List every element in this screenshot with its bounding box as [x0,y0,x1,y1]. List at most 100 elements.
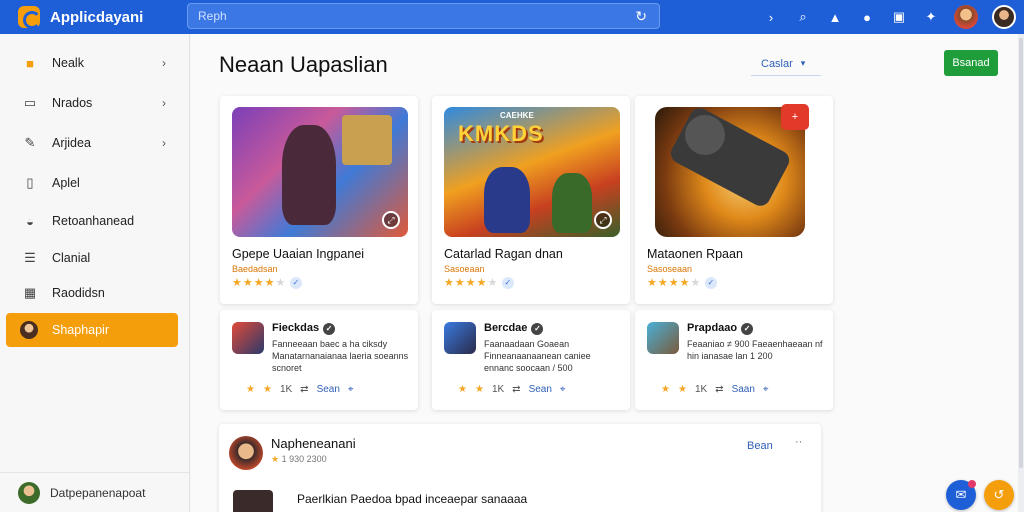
scrollbar-thumb[interactable] [1019,38,1023,468]
sidebar-footer[interactable]: Datpepanenapoat [0,472,190,512]
info-card-name: Prapdaao ✓ [687,322,754,335]
info-card-actions: ★ ★ 1K ⇄ Sean ⌖ [246,384,354,395]
avatar [229,436,263,470]
chevron-right-icon: › [162,56,166,70]
character-art [282,125,336,225]
top-bar: Applicdayani ↻ › ⌕ ▲ ● ▣ ✦ [0,0,1024,34]
verified-icon: ✓ [502,277,515,290]
pin-icon[interactable]: ⌖ [763,384,769,395]
game-subtitle: Baedadsan [232,264,278,274]
info-card-link[interactable]: Sean [529,384,552,395]
info-card-link[interactable]: Saan [732,384,755,395]
share-icon[interactable]: ⇄ [300,384,308,395]
info-card[interactable]: Prapdaao ✓ Feaaniao ≠ 900 Faeaenhaeaan nf… [635,310,833,410]
sidebar-item-aplel[interactable]: ▯ Aplel [6,166,178,200]
star-icon[interactable]: ★ [475,384,484,395]
app-logo-icon[interactable] [18,6,41,29]
lock-icon[interactable]: ▲ [826,10,844,25]
stat-count: 1K [694,384,708,395]
sort-dropdown[interactable]: Caslar ▾ [751,52,821,76]
character-art [484,167,530,233]
chevron-right-icon: › [162,96,166,110]
feed-card[interactable]: Napheneanani ★ 1 930 2300 Bean ·· Paerlk… [219,424,821,512]
game-card[interactable]: + Mataonen Rpaan Sasoseaan ★★★★★ ✓ [635,96,833,304]
sidebar-item-retoanhanead[interactable]: ◒ Retoanhanead [6,204,178,238]
sidebar-item-label: Aplel [52,176,80,190]
info-card-name: Bercdae ✓ [484,322,544,335]
gear-art [685,115,725,155]
rating-stars: ★★★★★ ✓ [232,276,303,290]
info-card-description: Feaaniao ≠ 900 Faeaenhaeaan nf hin ianas… [687,339,823,361]
calendar-icon[interactable]: ▣ [890,9,908,25]
chevron-right-icon: › [162,136,166,150]
sidebar-item-raodidsn[interactable]: ▦ Raodidsn [6,276,178,310]
sidebar-item-nealk[interactable]: ■ Nealk › [6,46,178,80]
sidebar-item-shaphapir[interactable]: Shaphapir [6,313,178,347]
info-card-name: Fieckdas ✓ [272,322,336,335]
sidebar: ■ Nealk › ▭ Nrados › ✎ Arjidea › ▯ Aplel… [0,34,190,512]
rating-stars: ★★★★★ ✓ [444,276,515,290]
tools-icon[interactable]: ✦ [922,9,940,25]
fullscreen-icon[interactable]: ⤢ [594,211,612,229]
pin-icon[interactable]: ⌖ [560,384,566,395]
game-thumbnail[interactable]: CAEHKE KMKDS ⤢ [444,107,620,237]
app-title: Applicdayani [50,8,144,26]
sidebar-item-arjidea[interactable]: ✎ Arjidea › [6,126,178,160]
user-avatar[interactable] [992,5,1016,29]
sidebar-item-nrados[interactable]: ▭ Nrados › [6,86,178,120]
more-options-icon[interactable]: ·· [795,436,802,448]
primary-button[interactable]: Bsanad [944,50,998,76]
top-icons: › ⌕ ▲ ● ▣ ✦ [762,0,1016,34]
scrollbar[interactable] [1018,34,1024,512]
info-card-description: Fanneeaan baec a ha ciksdy Manatarnanaia… [272,339,409,373]
game-art-subtitle: CAEHKE [500,111,534,120]
fullscreen-icon[interactable]: ⤢ [382,211,400,229]
character-art [552,173,592,233]
feed-headline[interactable]: Paerlkian Paedoa bpad inceaepar sanaaaa [297,492,527,506]
game-card[interactable]: ⤢ Gpepe Uaaian Ingpanei Baedadsan ★★★★★ ✓ [220,96,418,304]
search-input[interactable] [188,4,608,28]
info-card-name-text: Prapdaao [687,322,738,334]
help-icon: ↺ [993,487,1005,502]
help-fab-button[interactable]: ↺ [984,480,1014,510]
pin-icon[interactable]: ⌖ [348,384,354,395]
game-card[interactable]: CAEHKE KMKDS ⤢ Catarlad Ragan dnan Sasoe… [432,96,630,304]
star-icon[interactable]: ★ [678,384,687,395]
chat-fab-button[interactable]: ✉ [946,480,976,510]
chevron-right-icon[interactable]: › [762,10,780,25]
profile-avatar[interactable] [954,5,978,29]
verified-icon: ✓ [705,277,718,290]
share-icon[interactable]: ⇄ [715,384,723,395]
verified-icon: ✓ [531,323,544,335]
feed-thumbnail[interactable] [233,490,273,512]
feed-action-button[interactable]: Bean [747,440,773,452]
star-icon[interactable]: ★ [246,384,255,395]
list-icon: ☰ [24,250,36,265]
avatar [20,321,38,339]
game-thumbnail[interactable]: ⤢ [232,107,408,237]
feed-author-name: Napheneanani [271,436,356,451]
info-card-name-text: Fieckdas [272,322,320,334]
info-card-actions: ★ ★ 1K ⇄ Saan ⌖ [661,384,769,395]
search-bar[interactable]: ↻ [187,3,660,29]
main-content: Neaan Uapaslian Caslar ▾ Bsanad ⤢ Gpepe … [191,34,1024,512]
monitor-icon: ▭ [23,95,37,110]
feed-meta: ★ 1 930 2300 [271,454,327,465]
mic-icon[interactable]: ↻ [635,8,647,25]
sidebar-item-clanial[interactable]: ☰ Clanial [6,241,178,275]
info-card-link[interactable]: Sean [317,384,340,395]
verified-icon: ✓ [290,277,303,290]
share-icon[interactable]: ⇄ [512,384,520,395]
star-icon[interactable]: ★ [263,384,272,395]
info-card[interactable]: Bercdae ✓ Faanaadaan Goaean Finneanaanaan… [432,310,630,410]
info-card[interactable]: Fieckdas ✓ Fanneeaan baec a ha ciksdy Man… [220,310,418,410]
sidebar-footer-label: Datpepanenapoat [50,485,146,500]
weapon-art [667,107,793,210]
notification-dot [968,480,976,488]
verified-icon: ✓ [741,323,754,335]
search-icon[interactable]: ⌕ [794,9,812,25]
star-icon[interactable]: ★ [458,384,467,395]
game-art-logo: KMKDS [458,121,544,146]
chat-icon[interactable]: ● [858,10,876,25]
star-icon[interactable]: ★ [661,384,670,395]
